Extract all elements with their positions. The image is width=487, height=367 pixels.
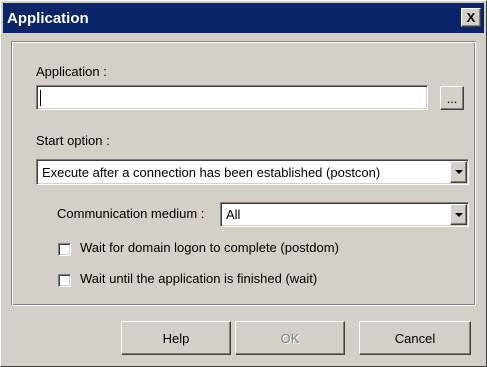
start-option-label: Start option : <box>36 133 110 148</box>
chevron-down-icon <box>454 170 463 174</box>
application-label: Application : <box>36 64 107 79</box>
text-caret <box>40 90 41 106</box>
start-option-selected: Execute after a connection has been esta… <box>42 164 381 180</box>
close-icon: X <box>466 10 476 25</box>
wait-app-finished-checkbox[interactable] <box>58 274 71 287</box>
cancel-button-label: Cancel <box>394 330 436 346</box>
ok-button[interactable]: OK <box>235 321 345 355</box>
ellipsis-icon: ... <box>446 91 458 106</box>
start-option-select[interactable]: Execute after a connection has been esta… <box>36 159 469 185</box>
start-option-dropdown-button[interactable] <box>450 161 467 183</box>
communication-medium-dropdown-button[interactable] <box>450 204 467 225</box>
communication-medium-selected: All <box>226 207 241 222</box>
ok-button-label: OK <box>280 330 300 346</box>
help-button[interactable]: Help <box>121 321 231 355</box>
wait-app-finished-label[interactable]: Wait until the application is finished (… <box>80 271 317 286</box>
close-button[interactable]: X <box>461 8 481 27</box>
communication-medium-select[interactable]: All <box>220 202 469 227</box>
application-input[interactable] <box>36 85 428 110</box>
chevron-down-icon <box>454 212 463 217</box>
wait-domain-logon-label[interactable]: Wait for domain logon to complete (postd… <box>80 240 339 255</box>
application-dialog: Application X Application : ... Start op… <box>0 0 487 367</box>
help-button-label: Help <box>162 330 190 346</box>
browse-button[interactable]: ... <box>440 86 464 110</box>
cancel-button[interactable]: Cancel <box>359 321 471 355</box>
title-bar: Application X <box>3 3 484 33</box>
wait-domain-logon-checkbox[interactable] <box>58 243 71 256</box>
communication-medium-label: Communication medium : <box>57 206 205 221</box>
dialog-title: Application <box>7 9 89 27</box>
